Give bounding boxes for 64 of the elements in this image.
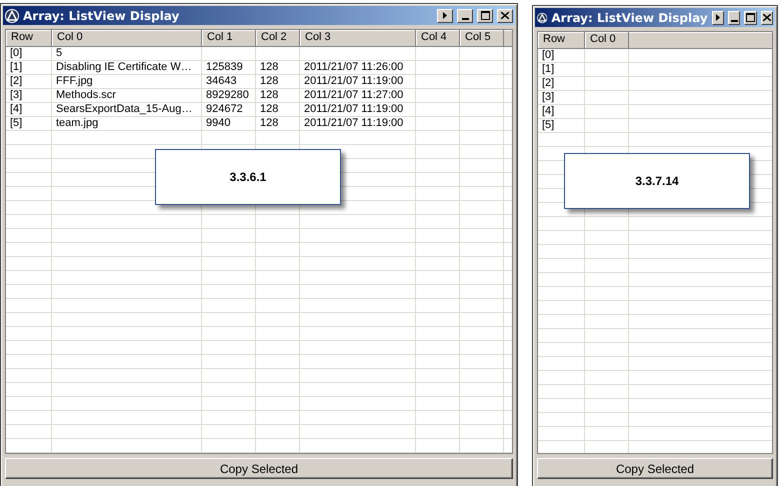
table-cell-text: 128 — [259, 61, 280, 74]
close-icon — [762, 14, 771, 21]
table-cell-text: team.jpg — [55, 117, 100, 130]
column-header[interactable]: Col 5 — [460, 30, 504, 46]
app-logo-icon — [537, 10, 548, 24]
table-cell-text: 128 — [259, 103, 280, 116]
copy-selected-button[interactable]: Copy Selected — [5, 458, 513, 479]
table-cell-text: 2011/21/07 11:19:00 — [303, 103, 404, 116]
minimize-icon — [730, 20, 738, 22]
play-icon — [716, 14, 720, 21]
callout-label: 3.3.7.14 — [564, 153, 750, 209]
close-button[interactable] — [497, 8, 513, 22]
table-cell-text: [5] — [9, 117, 24, 130]
table-cell-text: 924672 — [205, 103, 244, 116]
table-cell-text: SearsExportData_15-Aug… — [55, 103, 194, 116]
window-title: Array: ListView Display — [551, 10, 708, 24]
table-cell-text: 2011/21/07 11:19:00 — [303, 75, 404, 88]
table-cell-text: 9940 — [205, 117, 232, 130]
table-cell-text: [3] — [541, 91, 556, 104]
table-cell-text: 34643 — [205, 75, 238, 88]
minimize-button[interactable] — [457, 8, 473, 22]
table-cell-text: [5] — [541, 119, 556, 132]
table-cell-text: 2011/21/07 11:19:00 — [303, 117, 404, 130]
table-cell-text: 8929280 — [205, 89, 250, 102]
table-cell-text: 5 — [55, 47, 64, 60]
menu-arrow-button[interactable] — [712, 10, 724, 24]
minimize-button[interactable] — [728, 10, 740, 24]
table-cell-text: 128 — [259, 89, 280, 102]
maximize-button[interactable] — [477, 8, 493, 22]
column-header[interactable]: Col 3 — [300, 30, 416, 46]
table-cell-text: [3] — [9, 89, 24, 102]
table-cell-text: [0] — [9, 47, 24, 60]
table-cell-text: [4] — [541, 105, 556, 118]
column-header[interactable]: Col 0 — [52, 30, 202, 46]
table-cell-text: 2011/21/07 11:27:00 — [303, 89, 404, 102]
column-header[interactable]: Col 0 — [585, 32, 629, 48]
menu-arrow-button[interactable] — [437, 8, 453, 22]
minimize-icon — [462, 18, 468, 20]
table-cell-text: Disabling IE Certificate W… — [55, 61, 193, 74]
close-icon — [501, 12, 509, 19]
maximize-icon — [480, 11, 490, 20]
play-icon — [443, 12, 447, 19]
callout-label: 3.3.6.1 — [155, 149, 341, 205]
column-header[interactable]: Col 4 — [416, 30, 460, 46]
table-cell-text: FFF.jpg — [55, 75, 94, 88]
copy-selected-button[interactable]: Copy Selected — [537, 458, 773, 479]
table-cell-text: 128 — [259, 75, 280, 88]
table-cell-text: 125839 — [205, 61, 244, 74]
column-header[interactable]: Col 1 — [202, 30, 256, 46]
table-cell-text: [0] — [541, 49, 556, 62]
table-cell-text: [1] — [9, 61, 24, 74]
close-button[interactable] — [760, 10, 773, 24]
window-title: Array: ListView Display — [23, 8, 180, 22]
table-cell-text: [2] — [541, 77, 556, 90]
maximize-icon — [746, 13, 755, 22]
maximize-button[interactable] — [744, 10, 757, 24]
table-cell-text: 128 — [259, 117, 280, 130]
table-cell-text: [4] — [9, 103, 24, 116]
app-logo-icon — [5, 8, 19, 22]
column-header[interactable]: Col 2 — [256, 30, 300, 46]
table-cell-text: Methods.scr — [55, 89, 117, 102]
table-cell-text: [2] — [9, 75, 24, 88]
table-cell-text: [1] — [541, 63, 556, 76]
table-cell-text: 2011/21/07 11:26:00 — [303, 61, 404, 74]
